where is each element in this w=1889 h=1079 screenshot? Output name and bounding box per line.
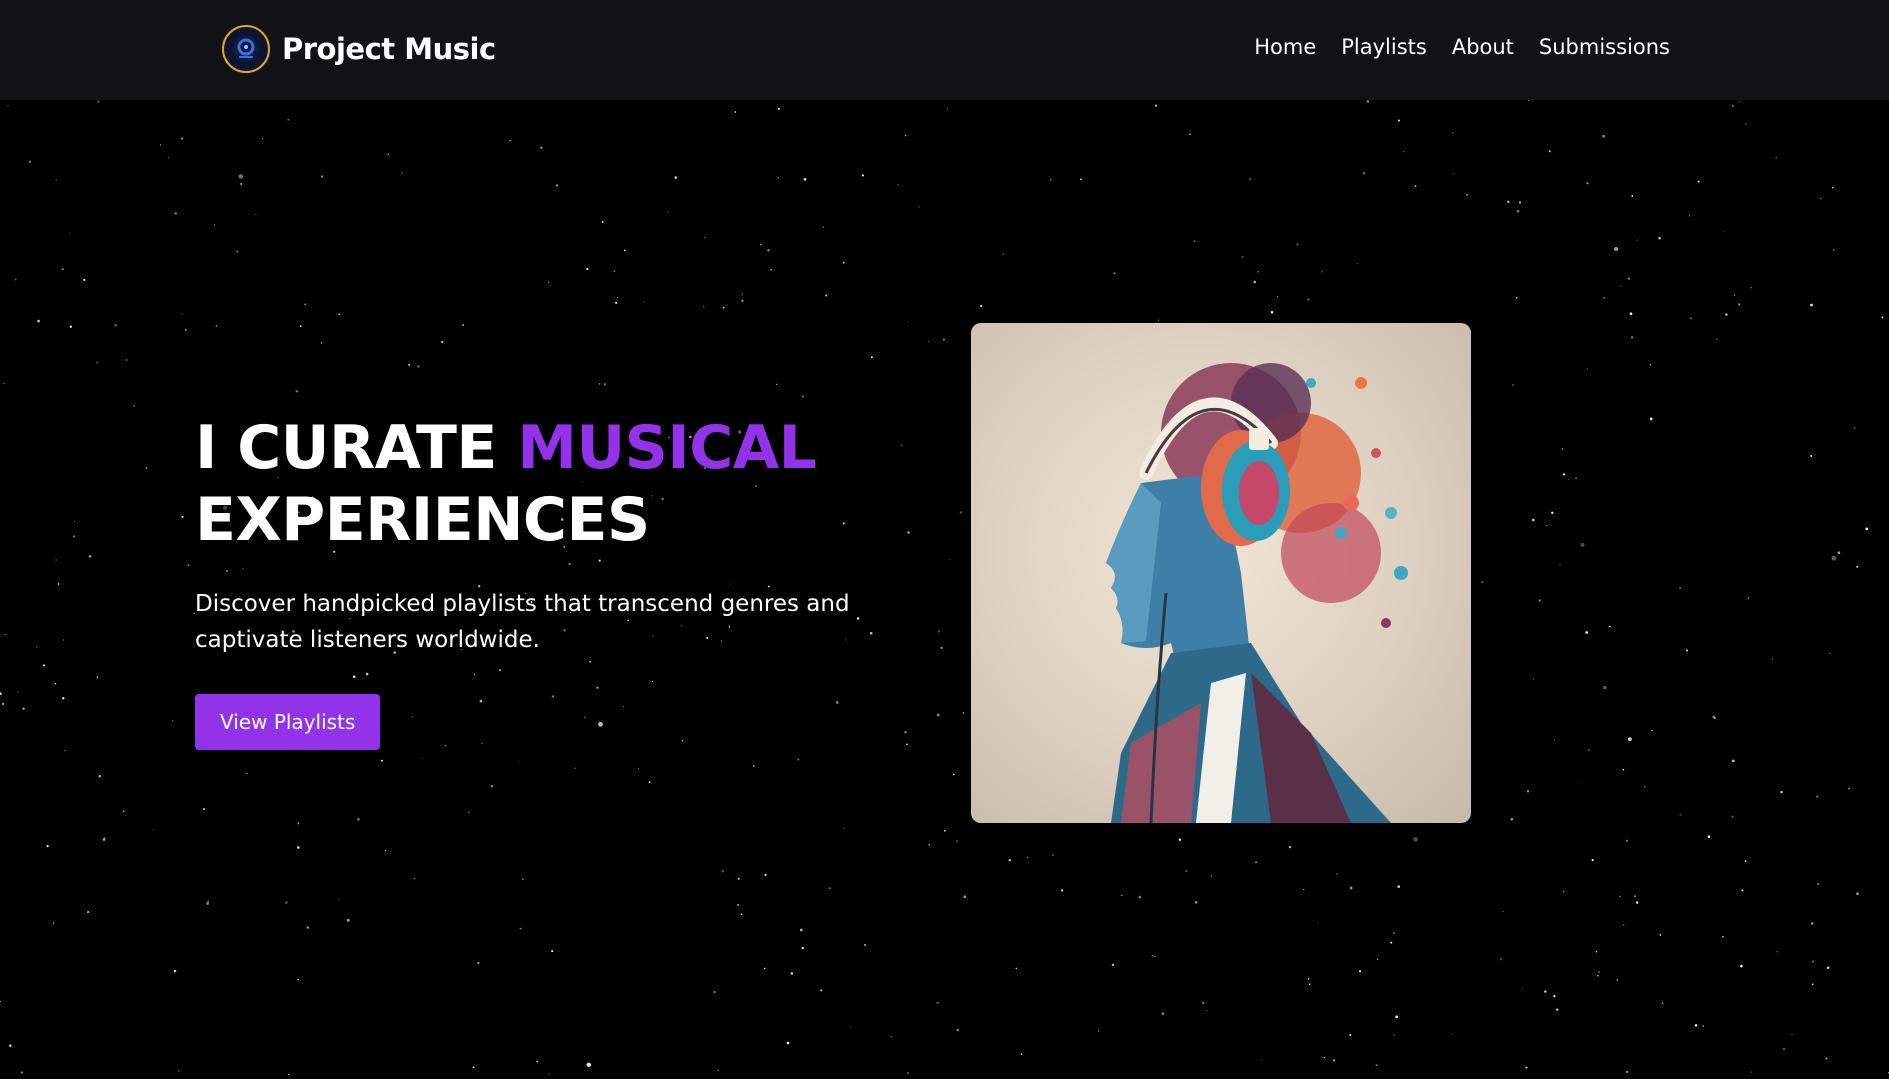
headline-part2: EXPERIENCES — [195, 485, 650, 555]
hero-section: I CURATE MUSICAL EXPERIENCES Discover ha… — [195, 412, 895, 750]
nav-home-link[interactable]: Home — [1254, 35, 1316, 59]
nav-playlists-link[interactable]: Playlists — [1341, 35, 1427, 59]
top-navbar: Project Music Home Playlists About Submi… — [0, 0, 1889, 100]
brand-name: Project Music — [282, 32, 496, 66]
vinyl-record-logo-icon — [222, 25, 270, 73]
view-playlists-button[interactable]: View Playlists — [195, 694, 381, 750]
hero-headline: I CURATE MUSICAL EXPERIENCES — [195, 412, 895, 556]
headline-accent: MUSICAL — [517, 413, 817, 483]
nav-about-link[interactable]: About — [1452, 35, 1514, 59]
headphones-portrait-illustration — [1106, 363, 1408, 823]
brand[interactable]: Project Music — [222, 25, 496, 73]
hero-image — [971, 323, 1471, 823]
headline-part1: I CURATE — [195, 413, 518, 483]
nav-submissions-link[interactable]: Submissions — [1539, 35, 1670, 59]
main-nav: Home Playlists About Submissions — [1229, 35, 1670, 59]
hero-subtext: Discover handpicked playlists that trans… — [195, 591, 850, 653]
